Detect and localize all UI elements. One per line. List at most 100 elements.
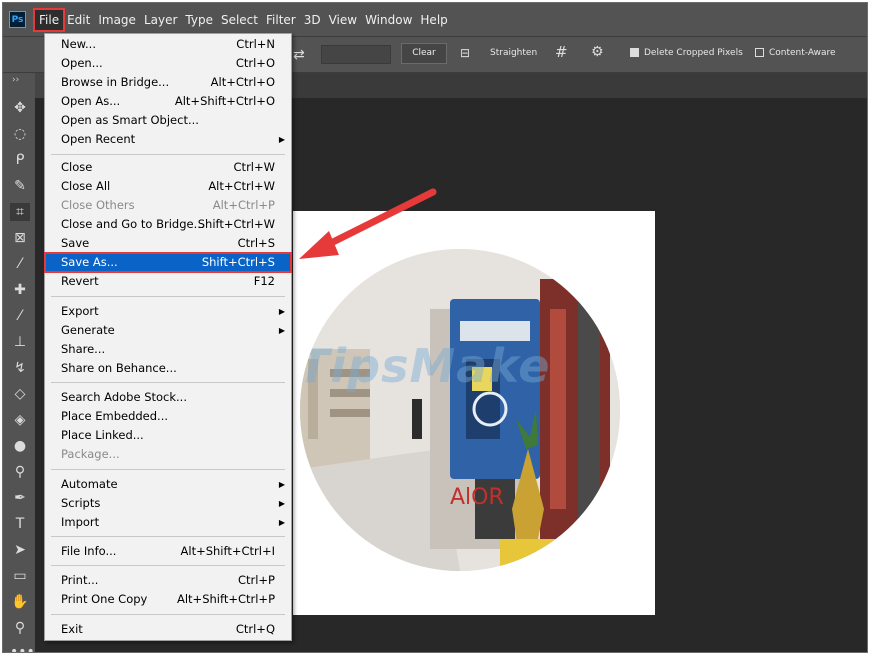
menu-item-exit[interactable]: Exit Ctrl+Q	[45, 620, 291, 639]
photoshop-window: Ps File Edit Image Layer Type Select Fil…	[2, 2, 868, 653]
menu-item-label: Close	[61, 160, 93, 174]
menu-item-share-on-behance[interactable]: Share on Behance...	[45, 359, 291, 378]
menu-type[interactable]: Type	[181, 10, 217, 30]
menu-item-label: Open Recent	[61, 132, 136, 146]
straighten-label[interactable]: Straighten	[490, 48, 537, 58]
path-select-tool-icon[interactable]: ➤	[10, 541, 30, 559]
menu-window[interactable]: Window	[361, 10, 416, 30]
menu-item-close-all[interactable]: Close All Alt+Ctrl+W	[45, 177, 291, 196]
menu-item-save-as[interactable]: Save As... Shift+Ctrl+S	[44, 252, 292, 273]
menu-item-label: Automate	[61, 477, 118, 491]
menu-edit[interactable]: Edit	[63, 10, 94, 30]
menu-item-scripts[interactable]: Scripts ▶	[45, 494, 291, 513]
menu-item-label: Print One Copy	[61, 592, 148, 606]
menu-item-place-linked[interactable]: Place Linked...	[45, 426, 291, 445]
paint-bucket-tool-icon[interactable]: ◈	[10, 411, 30, 429]
menubar: Ps File Edit Image Layer Type Select Fil…	[3, 3, 867, 36]
quick-select-tool-icon[interactable]: ✎	[10, 177, 30, 195]
delete-cropped-checkbox[interactable]	[630, 48, 639, 57]
menu-item-print-one-copy[interactable]: Print One Copy Alt+Shift+Ctrl+P	[45, 590, 291, 609]
menu-item-shortcut: Alt+Ctrl+P	[212, 198, 275, 212]
menu-item-shortcut: Alt+Shift+Ctrl+O	[174, 94, 275, 108]
menu-item-open-as[interactable]: Open As... Alt+Shift+Ctrl+O	[45, 92, 291, 111]
eyedropper-tool-icon[interactable]: ⁄	[10, 255, 30, 273]
menu-separator	[51, 469, 285, 470]
menu-item-label: File Info...	[61, 544, 117, 558]
menu-item-label: Share on Behance...	[61, 361, 177, 375]
stamp-tool-icon[interactable]: ⊥	[10, 333, 30, 351]
document-canvas[interactable]: AlOR TipsMake	[293, 211, 655, 615]
menu-item-revert[interactable]: Revert F12	[45, 272, 291, 291]
menu-item-label: Place Linked...	[61, 428, 144, 442]
pen-tool-icon[interactable]: ✒	[10, 489, 30, 507]
watermark-text: TipsMake	[300, 339, 551, 393]
blur-tool-icon[interactable]: ●	[10, 437, 30, 455]
menu-item-share[interactable]: Share...	[45, 340, 291, 359]
grid-overlay-icon[interactable]: #	[555, 43, 568, 61]
menu-item-shortcut: Alt+Shift+Ctrl+I	[180, 544, 275, 558]
clear-button[interactable]: Clear	[401, 43, 447, 64]
circular-photo: AlOR TipsMake	[300, 249, 620, 571]
more-tools-icon[interactable]: •••	[10, 643, 35, 652]
menu-select[interactable]: Select	[217, 10, 262, 30]
menu-help[interactable]: Help	[416, 10, 451, 30]
menu-item-label: Open...	[61, 56, 103, 70]
menu-item-export[interactable]: Export ▶	[45, 302, 291, 321]
menu-separator	[51, 382, 285, 383]
menu-item-print[interactable]: Print... Ctrl+P	[45, 571, 291, 590]
frame-tool-icon[interactable]: ⊠	[10, 229, 30, 247]
menu-item-browse-in-bridge[interactable]: Browse in Bridge... Alt+Ctrl+O	[45, 73, 291, 92]
menu-item-shortcut: Shift+Ctrl+W	[197, 217, 275, 231]
delete-cropped-label[interactable]: Delete Cropped Pixels	[644, 48, 743, 58]
menu-file[interactable]: File	[32, 7, 66, 32]
content-aware-checkbox[interactable]	[755, 48, 764, 57]
menu-item-place-embedded[interactable]: Place Embedded...	[45, 407, 291, 426]
menu-3d[interactable]: 3D	[300, 10, 325, 30]
menu-item-label: Close and Go to Bridge...	[61, 217, 205, 231]
menu-item-label: Close Others	[61, 198, 135, 212]
menu-item-close[interactable]: Close Ctrl+W	[45, 158, 291, 177]
street-payphone-image: AlOR	[300, 249, 620, 571]
menu-item-label: Generate	[61, 323, 115, 337]
gear-icon[interactable]: ⚙	[591, 44, 604, 60]
menu-item-save[interactable]: Save Ctrl+S	[45, 234, 291, 253]
healing-tool-icon[interactable]: ✚	[10, 281, 30, 299]
menu-image[interactable]: Image	[94, 10, 140, 30]
menu-item-search-adobe-stock[interactable]: Search Adobe Stock...	[45, 388, 291, 407]
history-brush-tool-icon[interactable]: ↯	[10, 359, 30, 377]
menu-layer[interactable]: Layer	[140, 10, 181, 30]
menu-item-automate[interactable]: Automate ▶	[45, 475, 291, 494]
collapse-icon[interactable]: ››	[12, 75, 19, 85]
menu-filter[interactable]: Filter	[262, 10, 300, 30]
submenu-arrow-icon: ▶	[278, 135, 285, 144]
crop-tool-icon[interactable]: ⌗	[10, 203, 30, 221]
menu-item-shortcut: Ctrl+O	[235, 56, 275, 70]
menu-separator	[51, 536, 285, 537]
menu-item-file-info[interactable]: File Info... Alt+Shift+Ctrl+I	[45, 542, 291, 561]
ratio-input[interactable]	[321, 45, 391, 64]
menu-separator	[51, 614, 285, 615]
marquee-tool-icon[interactable]: ◌	[10, 125, 30, 143]
swap-icon[interactable]: ⇄	[293, 47, 305, 63]
type-tool-icon[interactable]: T	[10, 515, 30, 533]
menu-view[interactable]: View	[325, 10, 361, 30]
menu-item-open[interactable]: Open... Ctrl+O	[45, 54, 291, 73]
lasso-tool-icon[interactable]: ᑭ	[10, 151, 30, 169]
move-tool-icon[interactable]: ✥	[10, 99, 30, 117]
submenu-arrow-icon: ▶	[278, 499, 285, 508]
menu-item-close-and-go-to-bridge[interactable]: Close and Go to Bridge... Shift+Ctrl+W	[45, 215, 291, 234]
menu-item-import[interactable]: Import ▶	[45, 513, 291, 532]
menu-item-new[interactable]: New... Ctrl+N	[45, 35, 291, 54]
rectangle-tool-icon[interactable]: ▭	[10, 567, 30, 585]
straighten-icon[interactable]: ⊟	[460, 46, 470, 60]
menu-item-open-recent[interactable]: Open Recent ▶	[45, 130, 291, 149]
dodge-tool-icon[interactable]: ⚲	[10, 463, 30, 481]
menu-item-shortcut: Ctrl+N	[236, 37, 275, 51]
eraser-tool-icon[interactable]: ◇	[10, 385, 30, 403]
hand-tool-icon[interactable]: ✋	[10, 593, 30, 611]
menu-item-generate[interactable]: Generate ▶	[45, 321, 291, 340]
brush-tool-icon[interactable]: ⁄	[10, 307, 30, 325]
zoom-tool-icon[interactable]: ⚲	[10, 619, 30, 637]
content-aware-label[interactable]: Content-Aware	[769, 48, 836, 58]
menu-item-open-as-smart-object[interactable]: Open as Smart Object...	[45, 111, 291, 130]
